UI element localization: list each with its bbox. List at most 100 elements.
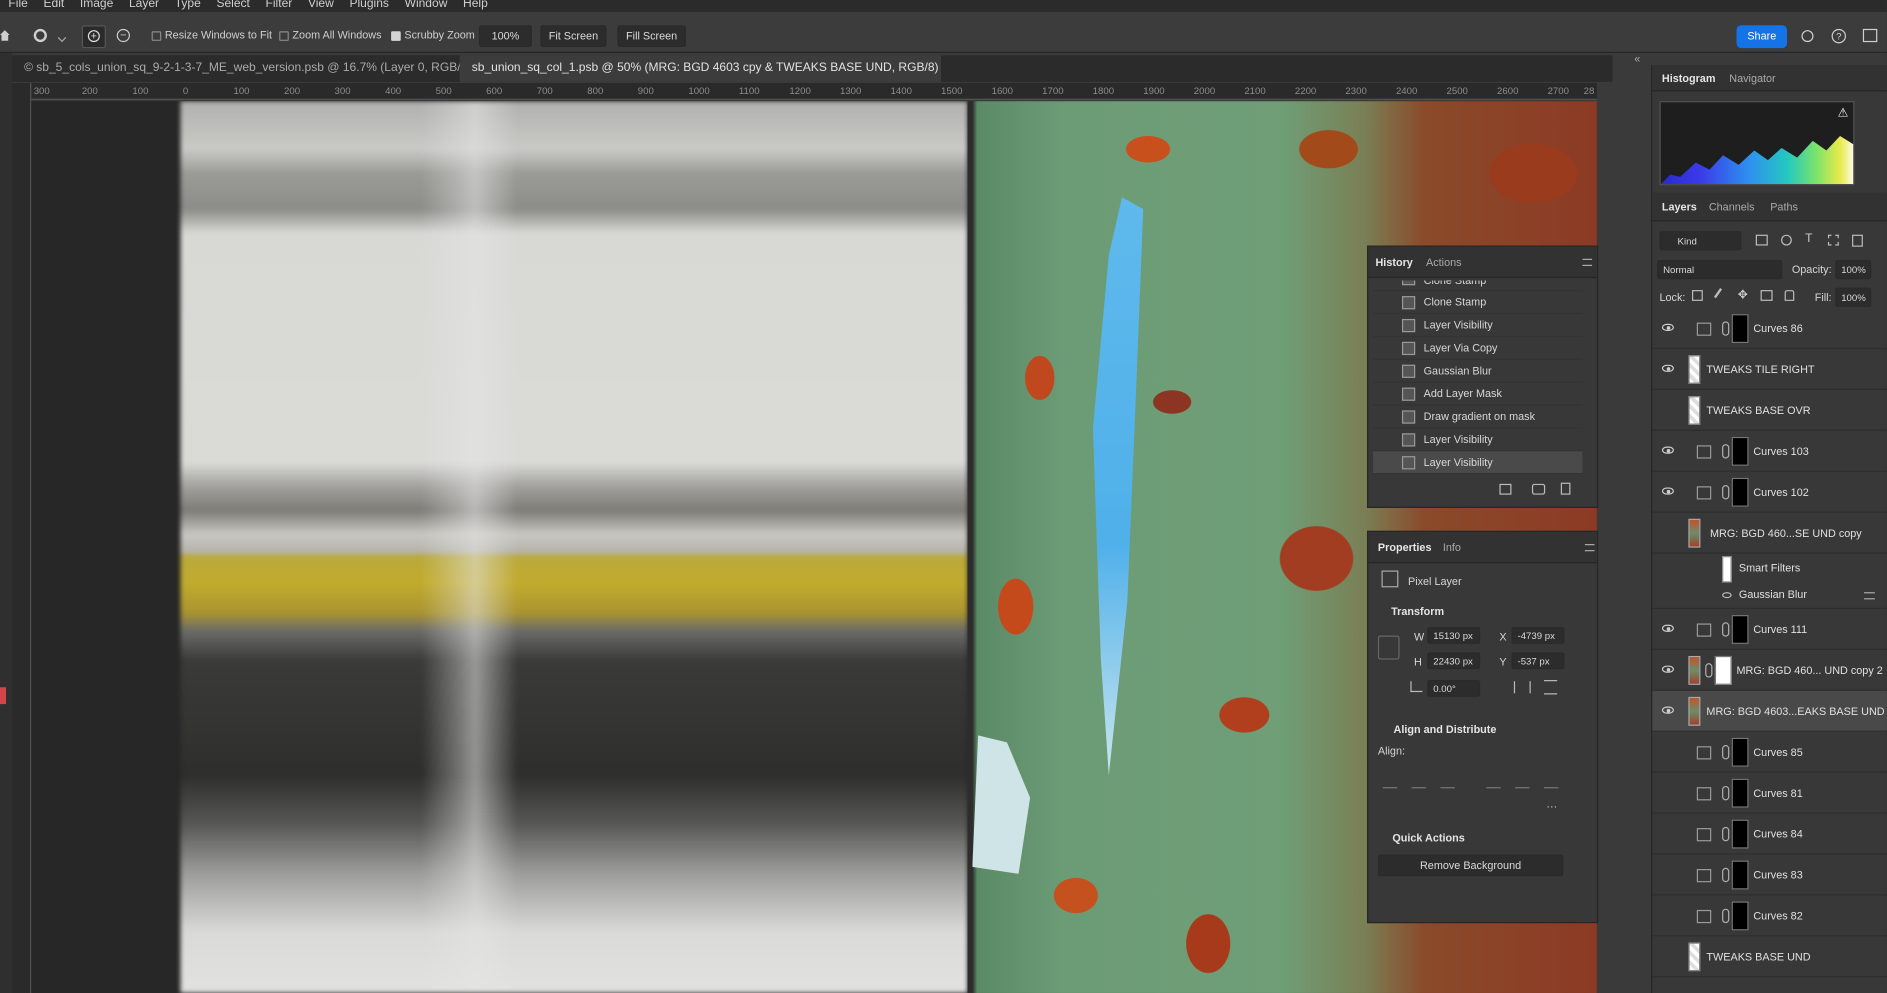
history-item[interactable]: Layer Via Copy — [1373, 337, 1583, 360]
layer-row[interactable]: MRG: BGD 460... UND copy 2 — [1652, 650, 1887, 691]
warning-icon[interactable]: ⚠ — [1838, 107, 1849, 120]
tab-histogram[interactable]: Histogram — [1662, 65, 1716, 91]
document-tab-2[interactable]: sb_union_sq_col_1.psb @ 50% (MRG: BGD 46… — [459, 55, 942, 82]
panel-menu-icon[interactable] — [1582, 258, 1593, 266]
layer-row[interactable]: Curves 103 — [1652, 431, 1887, 472]
tab-info[interactable]: Info — [1443, 532, 1461, 563]
width-field[interactable]: 15130 px — [1427, 627, 1481, 644]
tab-paths[interactable]: Paths — [1770, 193, 1798, 222]
mask-link-icon[interactable] — [1705, 663, 1713, 678]
menu-type[interactable]: Type — [175, 0, 201, 10]
visibility-eye-icon[interactable] — [1661, 487, 1674, 495]
align-center-h-icon[interactable] — [1411, 775, 1427, 789]
blend-mode-select[interactable]: Normal — [1657, 259, 1783, 280]
fill-field[interactable]: 100% — [1835, 287, 1872, 307]
workspace-icon[interactable] — [1862, 28, 1878, 43]
visibility-eye-icon[interactable] — [1722, 592, 1732, 599]
menu-select[interactable]: Select — [216, 0, 249, 10]
document-tab-1[interactable]: © sb_5_cols_union_sq_9-2-1-3-7_ME_web_ve… — [12, 55, 460, 82]
remove-background-button[interactable]: Remove Background — [1377, 854, 1564, 877]
mask-link-icon[interactable] — [1722, 321, 1730, 336]
trash-icon[interactable] — [1560, 482, 1571, 495]
visibility-eye-icon[interactable] — [1661, 665, 1674, 673]
history-item[interactable]: Draw gradient on mask — [1373, 406, 1583, 429]
layer-thumbnail[interactable] — [1688, 696, 1701, 726]
lock-all-icon[interactable] — [1784, 290, 1795, 301]
filter-pixel-icon[interactable] — [1755, 234, 1768, 246]
transform-section-title[interactable]: Transform — [1391, 605, 1444, 617]
fit-screen-button[interactable]: Fit Screen — [540, 25, 607, 47]
history-item[interactable]: Add Layer Mask — [1373, 383, 1583, 406]
layer-row[interactable]: Curves 82 — [1652, 895, 1887, 937]
layer-mask-thumbnail[interactable] — [1731, 314, 1749, 344]
layer-thumbnail[interactable] — [1688, 395, 1701, 425]
layer-mask-thumbnail[interactable] — [1731, 615, 1749, 644]
layer-mask-thumbnail[interactable] — [1731, 737, 1749, 767]
more-options-icon[interactable]: ··· — [1546, 800, 1557, 812]
menu-image[interactable]: Image — [80, 0, 113, 10]
tab-properties[interactable]: Properties — [1378, 532, 1432, 563]
tab-channels[interactable]: Channels — [1709, 193, 1755, 222]
zoom-in-icon[interactable]: + — [81, 25, 106, 49]
tab-layers[interactable]: Layers — [1662, 193, 1697, 222]
layer-row[interactable]: TWEAKS BASE OVR — [1652, 390, 1887, 431]
history-item[interactable]: Gaussian Blur — [1373, 360, 1583, 383]
visibility-eye-icon[interactable] — [1661, 706, 1674, 714]
lock-pixels-icon[interactable] — [1713, 287, 1730, 304]
zoom-tool-icon[interactable] — [33, 28, 47, 43]
tab-navigator[interactable]: Navigator — [1729, 65, 1775, 91]
history-item[interactable]: Layer Visibility — [1373, 428, 1583, 452]
filter-shape-icon[interactable] — [1827, 234, 1839, 246]
history-item[interactable]: Clone Stamp — [1373, 291, 1583, 315]
link-dimensions-icon[interactable] — [1377, 635, 1400, 660]
foreground-color-swatch[interactable] — [0, 687, 7, 705]
flip-horizontal-icon[interactable] — [1513, 681, 1531, 694]
menu-layer[interactable]: Layer — [129, 0, 159, 10]
layer-mask-thumbnail[interactable] — [1731, 477, 1749, 507]
history-item[interactable]: Clone Stamp — [1373, 280, 1583, 292]
history-item-current[interactable]: Layer Visibility — [1373, 451, 1583, 475]
search-icon[interactable] — [1801, 30, 1814, 43]
mask-link-icon[interactable] — [1722, 485, 1730, 500]
menu-filter[interactable]: Filter — [266, 0, 293, 10]
zoom-value-field[interactable]: 100% — [478, 25, 532, 47]
layer-row[interactable]: Curves 84 — [1652, 814, 1887, 855]
y-field[interactable]: -537 px — [1511, 652, 1565, 670]
resize-windows-checkbox[interactable] — [151, 31, 162, 41]
menu-help[interactable]: Help — [463, 0, 488, 10]
filter-options-icon[interactable] — [1864, 592, 1875, 600]
layer-row[interactable]: Curves 85 — [1652, 732, 1887, 773]
tab-history[interactable]: History — [1375, 247, 1412, 278]
layer-row[interactable]: Curves 111 — [1652, 609, 1887, 650]
scrubby-zoom-checkbox[interactable] — [391, 31, 401, 41]
history-item[interactable]: Layer Visibility — [1373, 314, 1583, 338]
camera-icon[interactable] — [1531, 483, 1546, 495]
align-bottom-icon[interactable] — [1543, 775, 1559, 789]
layer-row[interactable]: TWEAKS TILE RIGHT — [1652, 349, 1887, 390]
visibility-eye-icon[interactable] — [1661, 323, 1674, 331]
visibility-eye-icon[interactable] — [1661, 446, 1674, 454]
layer-row[interactable]: MRG: BGD 460...SE UND copy — [1652, 513, 1887, 554]
visibility-eye-icon[interactable] — [1661, 364, 1674, 372]
smart-filter-mask-thumbnail[interactable] — [1722, 556, 1732, 583]
filter-type-icon[interactable]: T — [1805, 232, 1812, 245]
share-button[interactable]: Share — [1736, 25, 1788, 49]
layer-mask-thumbnail[interactable] — [1714, 655, 1732, 685]
layer-mask-thumbnail[interactable] — [1731, 860, 1749, 890]
collapse-panels-icon[interactable]: « — [1634, 53, 1640, 65]
opacity-field[interactable]: 100% — [1835, 259, 1872, 280]
smart-filter-row[interactable]: Gaussian Blur — [1652, 583, 1887, 610]
align-section-title[interactable]: Align and Distribute — [1394, 723, 1497, 735]
smart-object-thumbnail[interactable] — [1688, 518, 1701, 548]
layer-thumbnail[interactable] — [1688, 942, 1701, 972]
visibility-eye-icon[interactable] — [1661, 624, 1674, 632]
layer-filter-kind[interactable]: Kind — [1659, 231, 1742, 251]
zoom-out-icon[interactable]: − — [116, 28, 130, 43]
zoom-all-checkbox[interactable] — [279, 31, 289, 41]
layer-mask-thumbnail[interactable] — [1731, 819, 1749, 849]
layer-mask-thumbnail[interactable] — [1731, 901, 1749, 931]
tab-actions[interactable]: Actions — [1426, 247, 1462, 278]
flip-vertical-icon[interactable] — [1543, 680, 1558, 695]
align-top-icon[interactable] — [1486, 775, 1501, 789]
layer-mask-thumbnail[interactable] — [1731, 436, 1749, 466]
